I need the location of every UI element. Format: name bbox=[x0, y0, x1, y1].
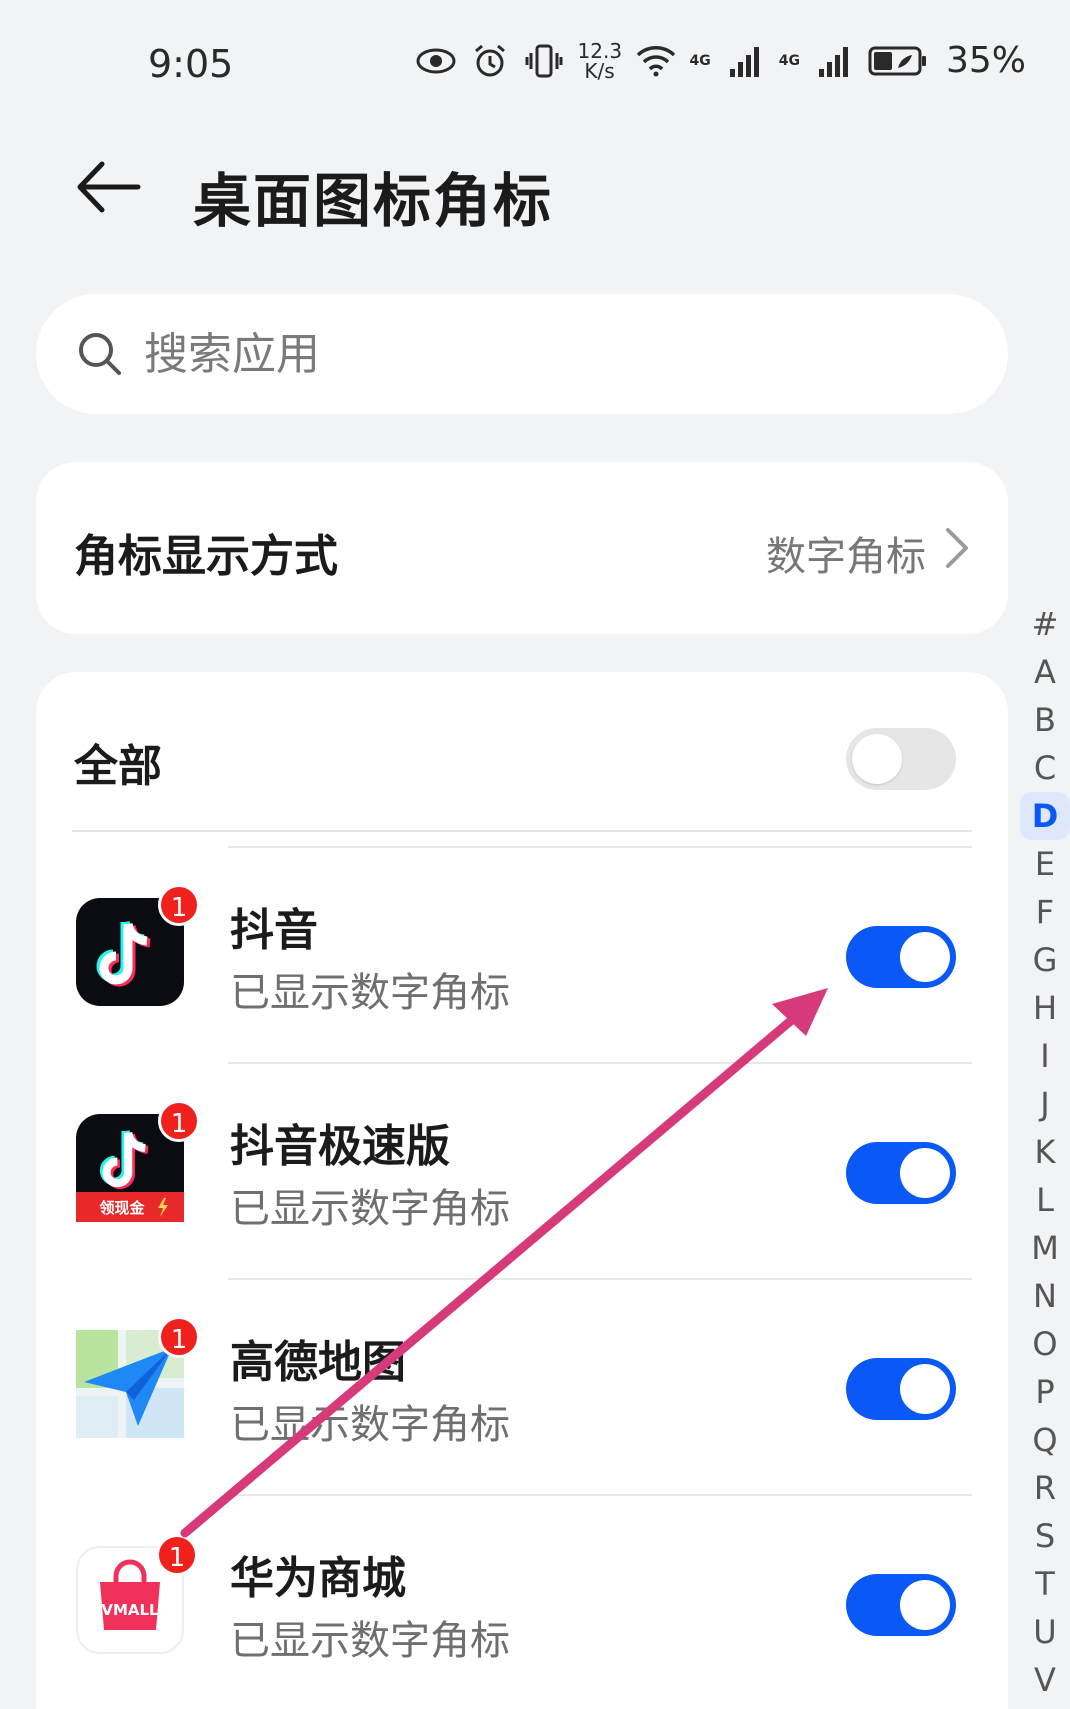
index-letter[interactable]: P bbox=[1020, 1368, 1070, 1416]
alphabet-index[interactable]: # A B C D E F G H I J K L M N O P Q R S T U V bbox=[1020, 600, 1070, 1709]
index-letter[interactable]: G bbox=[1020, 936, 1070, 984]
toggle-knob bbox=[900, 1580, 950, 1630]
index-letter[interactable]: M bbox=[1020, 1224, 1070, 1272]
vmall-icon: VMALL 1 bbox=[76, 1534, 198, 1654]
header: 桌面图标角标 bbox=[0, 140, 1070, 240]
app-toggle-douyin-lite[interactable] bbox=[846, 1142, 956, 1204]
app-list-card: 全部 1 抖音 已显示数字角标 领现金 1 抖音极速版 已显示数字角标 1 高德… bbox=[36, 672, 1008, 1709]
index-letter[interactable]: U bbox=[1020, 1608, 1070, 1656]
app-name: 抖音极速版 bbox=[230, 1121, 450, 1172]
alarm-icon bbox=[470, 41, 510, 81]
badge-mode-label: 角标显示方式 bbox=[74, 531, 338, 582]
index-letter[interactable]: I bbox=[1020, 1032, 1070, 1080]
divider bbox=[72, 830, 972, 832]
app-row-douyin-lite[interactable]: 领现金 1 抖音极速版 已显示数字角标 bbox=[36, 1064, 1008, 1280]
index-letter[interactable]: R bbox=[1020, 1464, 1070, 1512]
badge-mode-row[interactable]: 角标显示方式 数字角标 bbox=[36, 462, 1008, 634]
app-status: 已显示数字角标 bbox=[230, 1402, 510, 1448]
wifi-icon bbox=[636, 41, 676, 81]
app-status: 已显示数字角标 bbox=[230, 1618, 510, 1664]
index-letter[interactable]: B bbox=[1020, 696, 1070, 744]
index-letter[interactable]: # bbox=[1020, 600, 1070, 648]
search-box[interactable] bbox=[36, 294, 1008, 414]
app-status: 已显示数字角标 bbox=[230, 1186, 510, 1232]
index-letter[interactable]: K bbox=[1020, 1128, 1070, 1176]
app-name: 华为商城 bbox=[230, 1553, 406, 1604]
index-letter[interactable]: S bbox=[1020, 1512, 1070, 1560]
battery-percent: 35% bbox=[945, 40, 1026, 81]
toggle-knob bbox=[900, 1364, 950, 1414]
index-letter[interactable]: J bbox=[1020, 1080, 1070, 1128]
amap-icon: 1 bbox=[76, 1316, 200, 1438]
toggle-knob bbox=[900, 932, 950, 982]
notification-badge: 1 bbox=[158, 1316, 200, 1358]
speed-value: 12.3 bbox=[577, 38, 623, 63]
index-letter[interactable]: E bbox=[1020, 840, 1070, 888]
douyin-icon: 1 bbox=[76, 884, 200, 1006]
index-letter[interactable]: Q bbox=[1020, 1416, 1070, 1464]
network-speed: 12.3 K/s bbox=[577, 38, 623, 83]
all-apps-label: 全部 bbox=[74, 741, 162, 792]
battery-icon bbox=[868, 41, 928, 81]
speed-unit: K/s bbox=[584, 58, 615, 83]
svg-text:VMALL: VMALL bbox=[101, 1601, 159, 1619]
eye-icon bbox=[416, 41, 456, 81]
index-letter[interactable]: H bbox=[1020, 984, 1070, 1032]
app-name: 抖音 bbox=[230, 905, 318, 956]
app-status: 已显示数字角标 bbox=[230, 970, 510, 1016]
network-type-1: 4G bbox=[689, 52, 711, 69]
index-letter[interactable]: O bbox=[1020, 1320, 1070, 1368]
index-letter[interactable]: C bbox=[1020, 744, 1070, 792]
index-letter[interactable]: F bbox=[1020, 888, 1070, 936]
badge-mode-value: 数字角标 bbox=[766, 534, 926, 580]
status-bar: 9:05 12.3 K/s 4G 4G 35% bbox=[0, 0, 1070, 130]
index-letter[interactable]: T bbox=[1020, 1560, 1070, 1608]
all-apps-row: 全部 bbox=[36, 672, 1008, 832]
notification-badge: 1 bbox=[158, 884, 200, 926]
vibrate-icon bbox=[524, 41, 564, 81]
svg-text:领现金: 领现金 bbox=[98, 1199, 145, 1217]
app-toggle-douyin[interactable] bbox=[846, 926, 956, 988]
app-name: 高德地图 bbox=[230, 1337, 406, 1388]
douyin-lite-icon: 领现金 1 bbox=[76, 1100, 200, 1222]
app-row-vmall[interactable]: VMALL 1 华为商城 已显示数字角标 bbox=[36, 1496, 1008, 1709]
search-icon bbox=[79, 333, 121, 375]
back-button[interactable] bbox=[72, 152, 142, 222]
chevron-right-icon bbox=[946, 528, 968, 568]
notification-badge: 1 bbox=[156, 1534, 198, 1576]
app-row-douyin[interactable]: 1 抖音 已显示数字角标 bbox=[36, 848, 1008, 1064]
all-apps-toggle[interactable] bbox=[846, 728, 956, 790]
status-time: 9:05 bbox=[148, 42, 234, 86]
index-letter[interactable]: N bbox=[1020, 1272, 1070, 1320]
search-input[interactable] bbox=[144, 318, 964, 390]
index-letter[interactable]: V bbox=[1020, 1656, 1070, 1704]
index-letter[interactable]: L bbox=[1020, 1176, 1070, 1224]
index-letter[interactable]: D bbox=[1020, 792, 1070, 840]
page-title: 桌面图标角标 bbox=[193, 167, 554, 235]
network-type-2: 4G bbox=[778, 52, 800, 69]
toggle-knob bbox=[852, 734, 902, 784]
index-letter[interactable]: A bbox=[1020, 648, 1070, 696]
signal-icon-1 bbox=[725, 41, 765, 81]
status-icons: 12.3 K/s 4G 4G 35% bbox=[416, 40, 1026, 81]
app-toggle-vmall[interactable] bbox=[846, 1574, 956, 1636]
app-row-amap[interactable]: 1 高德地图 已显示数字角标 bbox=[36, 1280, 1008, 1496]
app-toggle-amap[interactable] bbox=[846, 1358, 956, 1420]
back-arrow-icon bbox=[77, 161, 141, 213]
notification-badge: 1 bbox=[158, 1100, 200, 1142]
signal-icon-2 bbox=[814, 41, 854, 81]
toggle-knob bbox=[900, 1148, 950, 1198]
